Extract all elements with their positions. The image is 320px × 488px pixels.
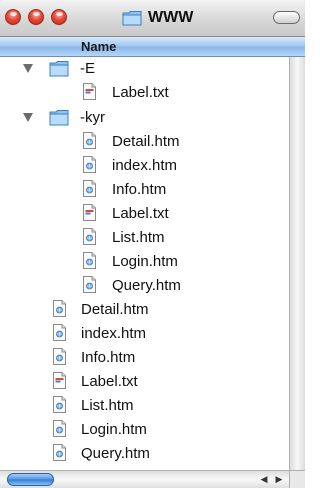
file-row[interactable]: Query.htm bbox=[0, 442, 305, 466]
disclosure-triangle-icon[interactable] bbox=[23, 64, 33, 73]
vertical-scrollbar[interactable] bbox=[289, 57, 305, 470]
html-document-icon bbox=[83, 180, 96, 197]
folder-row[interactable]: -E bbox=[0, 57, 305, 81]
file-row[interactable]: List.htm bbox=[0, 394, 305, 418]
file-name: Label.txt bbox=[81, 373, 138, 390]
file-row[interactable]: Query.htm bbox=[0, 274, 305, 298]
disclosure-triangle-icon[interactable] bbox=[23, 113, 33, 122]
html-document-icon bbox=[83, 156, 96, 173]
file-name: Detail.htm bbox=[112, 133, 180, 150]
file-row[interactable]: Login.htm bbox=[0, 250, 305, 274]
horizontal-scroll-thumb[interactable] bbox=[7, 473, 54, 486]
file-name: Login.htm bbox=[112, 253, 178, 270]
close-button[interactable] bbox=[5, 9, 21, 25]
zoom-button[interactable] bbox=[51, 9, 67, 25]
text-document-icon bbox=[83, 204, 96, 221]
folder-name: -kyr bbox=[80, 109, 105, 126]
html-document-icon bbox=[53, 444, 66, 461]
file-name: Label.txt bbox=[112, 84, 169, 101]
file-row[interactable]: List.htm bbox=[0, 226, 305, 250]
file-name: Login.htm bbox=[81, 421, 147, 438]
folder-icon bbox=[49, 110, 69, 126]
title-bar[interactable]: WWW bbox=[0, 0, 305, 37]
finder-window: WWW Name -E Label.txt -kyr Detail.htm index.… bbox=[0, 0, 305, 488]
file-row[interactable]: Label.txt bbox=[0, 202, 305, 226]
file-name: List.htm bbox=[81, 397, 134, 414]
html-document-icon bbox=[53, 300, 66, 317]
file-name: index.htm bbox=[81, 325, 147, 342]
file-row[interactable]: Label.txt bbox=[0, 370, 305, 394]
scroll-left-arrow-icon[interactable]: ◀ bbox=[257, 472, 271, 487]
file-name: Label.txt bbox=[112, 205, 169, 222]
file-row[interactable]: Label.txt bbox=[0, 81, 305, 105]
html-document-icon bbox=[53, 420, 66, 437]
html-document-icon bbox=[83, 132, 96, 149]
minimize-button[interactable] bbox=[28, 9, 44, 25]
file-row[interactable]: Login.htm bbox=[0, 418, 305, 442]
column-header-label: Name bbox=[81, 39, 117, 54]
column-header-name[interactable]: Name bbox=[0, 37, 305, 57]
file-name: Info.htm bbox=[112, 181, 167, 198]
html-document-icon bbox=[83, 276, 96, 293]
file-name: Info.htm bbox=[81, 349, 136, 366]
horizontal-scrollbar[interactable]: ◀ ▶ bbox=[0, 470, 289, 488]
file-name: List.htm bbox=[112, 229, 165, 246]
folder-name: -E bbox=[80, 60, 95, 77]
folder-icon bbox=[49, 61, 69, 77]
file-row[interactable]: Info.htm bbox=[0, 346, 305, 370]
html-document-icon bbox=[53, 396, 66, 413]
file-name: Query.htm bbox=[81, 445, 150, 462]
html-document-icon bbox=[83, 228, 96, 245]
folder-row[interactable]: -kyr bbox=[0, 106, 305, 130]
folder-icon bbox=[122, 11, 142, 26]
file-row[interactable]: Info.htm bbox=[0, 178, 305, 202]
resize-grip-icon[interactable] bbox=[289, 470, 305, 488]
file-name: Query.htm bbox=[112, 277, 181, 294]
file-name: index.htm bbox=[112, 157, 178, 174]
file-row[interactable]: Detail.htm bbox=[0, 130, 305, 154]
text-document-icon bbox=[53, 372, 66, 389]
html-document-icon bbox=[53, 348, 66, 365]
file-row[interactable]: index.htm bbox=[0, 322, 305, 346]
file-name: Detail.htm bbox=[81, 301, 149, 318]
toolbar-toggle-button[interactable] bbox=[273, 11, 300, 24]
file-row[interactable]: index.htm bbox=[0, 154, 305, 178]
html-document-icon bbox=[83, 252, 96, 269]
file-row[interactable]: Detail.htm bbox=[0, 298, 305, 322]
window-title: WWW bbox=[148, 9, 194, 26]
scroll-right-arrow-icon[interactable]: ▶ bbox=[272, 472, 286, 487]
text-document-icon bbox=[83, 83, 96, 100]
html-document-icon bbox=[53, 324, 66, 341]
